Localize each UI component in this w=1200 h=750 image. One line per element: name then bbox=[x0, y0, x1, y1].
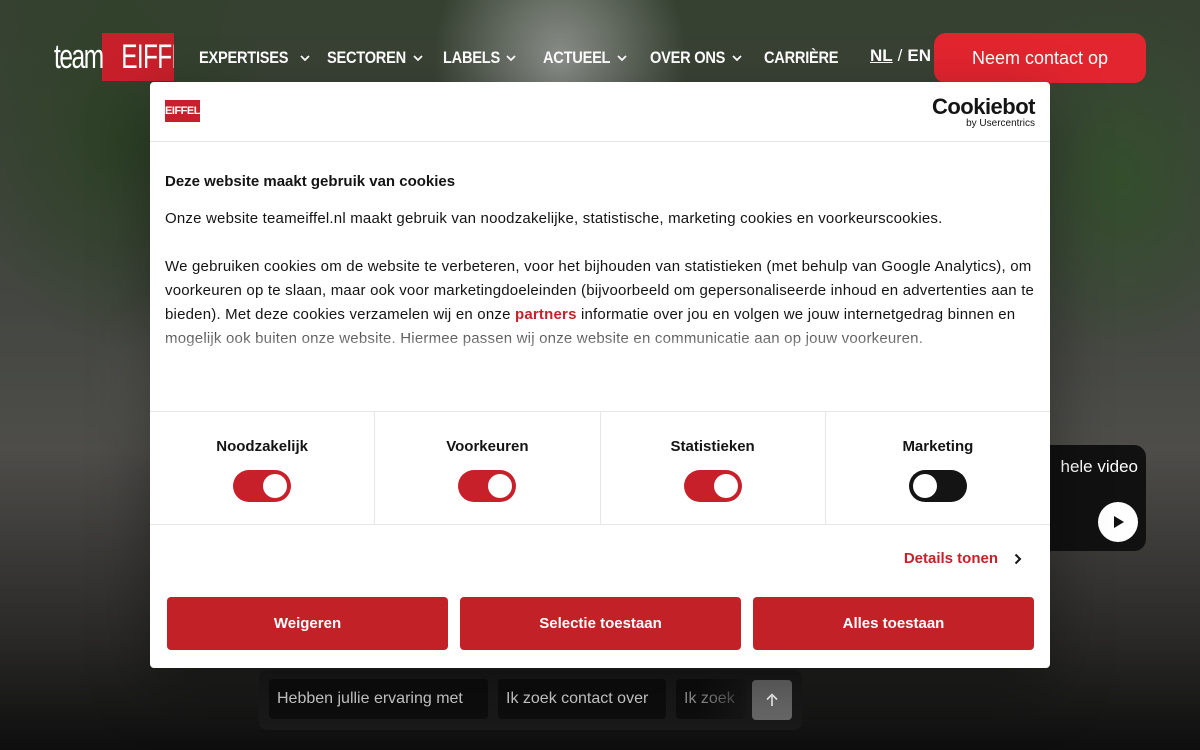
dialog-actions: Weigeren Selectie toestaan Alles toestaa… bbox=[167, 597, 1034, 650]
dialog-title: Deze website maakt gebruik van cookies bbox=[165, 173, 456, 190]
nav-item-expertises[interactable]: EXPERTISES bbox=[199, 48, 327, 68]
nav-item-sectoren[interactable]: SECTOREN bbox=[327, 48, 443, 68]
cookiebot-by: by Usercentrics bbox=[966, 118, 1035, 129]
toggle-label: Noodzakelijk bbox=[216, 438, 308, 455]
allow-all-button[interactable]: Alles toestaan bbox=[753, 597, 1034, 650]
logo-team-text: team bbox=[54, 38, 104, 76]
chevron-down-icon bbox=[732, 55, 742, 62]
toggle-label: Voorkeuren bbox=[446, 438, 529, 455]
lang-separator: / bbox=[897, 46, 903, 65]
deny-button[interactable]: Weigeren bbox=[167, 597, 448, 650]
chevron-down-icon bbox=[413, 55, 423, 62]
nav-label: LABELS bbox=[443, 48, 500, 67]
nav-label: EXPERTISES bbox=[199, 48, 289, 67]
toggle-knob bbox=[263, 474, 288, 498]
details-label: Details tonen bbox=[903, 550, 998, 567]
suggestion-bar: Hebben jullie ervaring met Ik zoek conta… bbox=[259, 670, 802, 730]
chevron-down-icon bbox=[506, 55, 516, 62]
lang-nl-link[interactable]: NL bbox=[870, 46, 893, 66]
toggle-switch[interactable] bbox=[683, 470, 742, 502]
consent-toggles: Noodzakelijk Voorkeuren Statistieken Mar… bbox=[150, 411, 1050, 525]
language-switcher: NL / EN bbox=[870, 46, 931, 66]
dialog-header: EIFFEL Cookiebot by Usercentrics bbox=[150, 82, 1050, 142]
toggle-knob bbox=[912, 474, 937, 498]
cookiebot-name: Cookiebot bbox=[931, 94, 1036, 119]
cookie-consent-dialog: EIFFEL Cookiebot by Usercentrics Deze we… bbox=[150, 82, 1050, 668]
chevron-right-icon bbox=[1014, 553, 1022, 564]
nav-label: ACTUEEL bbox=[543, 48, 611, 67]
suggestion-chip[interactable]: Ik zoek contact over bbox=[498, 679, 666, 719]
chevron-down-icon bbox=[300, 55, 310, 62]
suggestion-chip[interactable]: Hebben jullie ervaring met bbox=[269, 679, 488, 719]
toggle-statistieken: Statistieken bbox=[601, 412, 826, 524]
chip-fade bbox=[699, 670, 759, 730]
toggle-knob bbox=[488, 474, 513, 498]
toggle-switch[interactable] bbox=[908, 470, 967, 502]
video-label: hele video bbox=[1060, 457, 1138, 476]
toggle-switch[interactable] bbox=[458, 470, 517, 502]
logo-eiffel-text: EIFFEL bbox=[121, 38, 174, 76]
nav-label: SECTOREN bbox=[327, 48, 406, 67]
details-toggle[interactable]: Details tonen bbox=[904, 550, 1022, 567]
toggle-marketing: Marketing bbox=[826, 412, 1050, 524]
lang-en-link[interactable]: EN bbox=[907, 46, 931, 66]
main-nav: EXPERTISES SECTOREN LABELS ACTUEEL OVER … bbox=[199, 46, 850, 70]
nav-item-actueel[interactable]: ACTUEEL bbox=[543, 48, 650, 68]
nav-label: OVER ONS bbox=[650, 48, 726, 67]
partners-link[interactable]: partners bbox=[515, 306, 577, 323]
nav-item-over-ons[interactable]: OVER ONS bbox=[650, 48, 764, 68]
nav-item-carriere[interactable]: CARRIÈRE bbox=[764, 48, 850, 68]
toggle-label: Statistieken bbox=[670, 438, 755, 455]
toggle-label: Marketing bbox=[902, 438, 974, 455]
chevron-down-icon bbox=[617, 55, 627, 62]
arrow-up-icon bbox=[766, 693, 778, 706]
toggle-voorkeuren: Voorkeuren bbox=[375, 412, 601, 524]
toggle-knob bbox=[713, 474, 738, 498]
text-fade bbox=[150, 324, 1050, 412]
logo-eiffel-block: EIFFEL bbox=[102, 33, 174, 81]
play-icon[interactable] bbox=[1098, 502, 1138, 542]
nav-item-labels[interactable]: LABELS bbox=[443, 48, 543, 68]
dialog-logo: EIFFEL bbox=[165, 100, 200, 122]
toggle-noodzakelijk: Noodzakelijk bbox=[150, 412, 376, 524]
cookiebot-logo[interactable]: Cookiebot by Usercentrics bbox=[931, 94, 1036, 130]
toggle-switch[interactable] bbox=[233, 470, 292, 502]
nav-label: CARRIÈRE bbox=[764, 48, 839, 67]
contact-button[interactable]: Neem contact op bbox=[934, 33, 1146, 83]
dialog-intro: Onze website teameiffel.nl maakt gebruik… bbox=[165, 210, 943, 227]
allow-selection-button[interactable]: Selectie toestaan bbox=[460, 597, 741, 650]
scroll-up-button[interactable] bbox=[752, 680, 792, 720]
site-logo[interactable]: team EIFFEL bbox=[54, 33, 174, 81]
